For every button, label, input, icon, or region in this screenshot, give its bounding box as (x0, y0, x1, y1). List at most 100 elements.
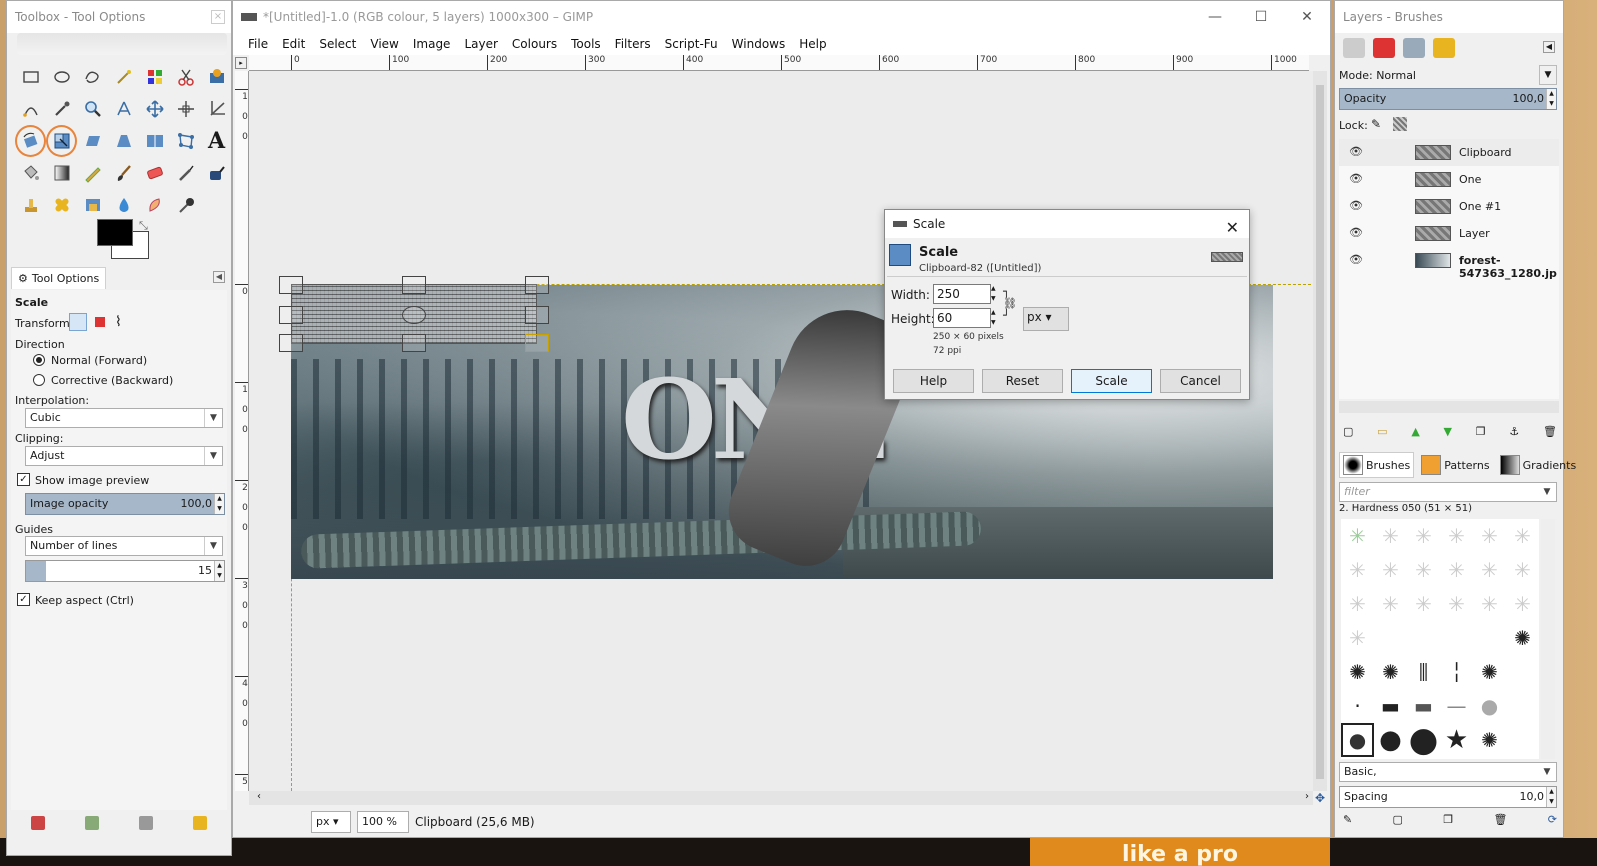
rect-select-icon[interactable] (15, 61, 46, 93)
paintbrush-icon[interactable] (108, 157, 139, 189)
transform-handle-center[interactable] (402, 306, 426, 324)
horizontal-ruler[interactable]: 0 100 200 300 400 500 600 700 800 900 10… (249, 55, 1309, 71)
pencil-icon[interactable] (77, 157, 108, 189)
flip-icon[interactable] (139, 125, 170, 157)
menu-colours[interactable]: Colours (505, 37, 564, 51)
heal-icon[interactable] (46, 189, 77, 221)
foreground-select-icon[interactable] (201, 61, 232, 93)
unit-select[interactable]: px ▾ (1023, 307, 1069, 331)
brush-cell[interactable]: ● (1407, 720, 1440, 760)
delete-brush-icon[interactable]: 🗑 (1493, 813, 1507, 826)
brush-cell[interactable]: ✳ (1473, 519, 1506, 553)
keep-aspect-checkbox[interactable]: ✓ (17, 593, 30, 606)
height-field[interactable]: 60 (933, 308, 991, 328)
brush-cell[interactable] (1506, 723, 1539, 757)
eye-icon[interactable]: 👁 (1349, 253, 1363, 266)
transform-selection-icon[interactable] (95, 317, 105, 327)
menu-edit[interactable]: Edit (275, 37, 312, 51)
brush-cell[interactable]: ✳ (1506, 587, 1539, 621)
save-preset-icon[interactable] (31, 816, 45, 830)
undo-history-tab-icon[interactable] (1433, 38, 1455, 58)
ellipse-select-icon[interactable] (46, 61, 77, 93)
channels-tab-icon[interactable] (1373, 38, 1395, 58)
menu-file[interactable]: File (241, 37, 275, 51)
dodge-burn-icon[interactable] (170, 189, 201, 221)
brush-cell[interactable]: ⫼ (1407, 655, 1440, 689)
edit-brush-icon[interactable]: ✎ (1343, 813, 1352, 826)
spin-arrows-icon[interactable]: ▲ ▼ (214, 494, 224, 514)
blur-icon[interactable] (108, 189, 139, 221)
height-spin-icon[interactable]: ▲ ▼ (991, 308, 999, 328)
spin-arrows-icon[interactable]: ▲ ▼ (1546, 89, 1556, 109)
eye-icon[interactable]: 👁 (1349, 226, 1363, 239)
brush-cell[interactable]: ✳ (1473, 553, 1506, 587)
vertical-ruler[interactable]: 1 0 0 0 1 0 0 2 0 0 3 0 0 4 0 0 5 (235, 71, 249, 791)
minimize-icon[interactable]: — (1192, 1, 1238, 33)
brush-grid[interactable]: ✳ ✳ ✳ ✳ ✳ ✳ ✳ ✳ ✳ ✳ ✳ ✳ ✳ ✳ ✳ ✳ ✳ ✳ ✳ ✺ … (1341, 519, 1539, 760)
cage-transform-icon[interactable] (170, 125, 201, 157)
vertical-scrollbar[interactable] (1313, 71, 1327, 791)
transform-layer-icon[interactable] (69, 313, 87, 331)
scroll-left-icon[interactable]: ‹ (257, 791, 261, 802)
scroll-right-icon[interactable]: › (1305, 791, 1309, 802)
transform-handle-top-left[interactable] (279, 276, 303, 294)
brush-cell[interactable]: ● (1374, 723, 1407, 757)
brush-cell[interactable] (1440, 621, 1473, 655)
toolbox-close-button[interactable]: × (211, 10, 225, 24)
restore-preset-icon[interactable] (85, 816, 99, 830)
new-layer-group-icon[interactable]: ▭ (1377, 425, 1387, 438)
foreground-color-swatch[interactable] (97, 219, 133, 246)
brush-cell[interactable]: · (1341, 689, 1374, 723)
shear-icon[interactable] (77, 125, 108, 157)
menu-view[interactable]: View (363, 37, 405, 51)
brush-cell[interactable] (1473, 621, 1506, 655)
transform-handle-bottom[interactable] (402, 334, 426, 352)
fuzzy-select-icon[interactable] (108, 61, 139, 93)
tab-menu-icon[interactable]: ◀ (213, 271, 225, 283)
layers-tab-icon[interactable] (1343, 38, 1365, 58)
brush-cell[interactable] (1374, 621, 1407, 655)
width-spin-icon[interactable]: ▲ ▼ (991, 284, 999, 304)
interpolation-select[interactable]: Cubic ▼ (25, 408, 223, 428)
menu-windows[interactable]: Windows (725, 37, 793, 51)
cancel-button[interactable]: Cancel (1160, 369, 1241, 393)
spacing-slider[interactable]: Spacing 10,0 ▲ ▼ (1339, 786, 1557, 808)
menu-layer[interactable]: Layer (457, 37, 504, 51)
brush-cell[interactable]: ✳ (1341, 519, 1374, 553)
brush-cell[interactable] (1506, 655, 1539, 689)
brush-cell[interactable]: ✳ (1341, 553, 1374, 587)
transform-handle-top-right[interactable] (525, 276, 549, 294)
tab-menu-icon[interactable]: ◀ (1543, 41, 1555, 53)
brush-cell[interactable]: ✺ (1374, 655, 1407, 689)
spin-arrows-icon[interactable]: ▲ ▼ (214, 561, 224, 581)
tab-gradients[interactable]: Gradients (1497, 453, 1580, 477)
text-tool-icon[interactable]: A (201, 125, 232, 157)
lock-pixels-icon[interactable]: ✎ (1371, 117, 1381, 131)
menu-tools[interactable]: Tools (564, 37, 608, 51)
color-select-icon[interactable] (139, 61, 170, 93)
brush-cell[interactable]: ✺ (1341, 655, 1374, 689)
free-select-icon[interactable] (77, 61, 108, 93)
zoom-icon[interactable] (77, 93, 108, 125)
close-icon[interactable]: ✕ (1226, 214, 1239, 242)
brush-cell[interactable]: ✺ (1506, 621, 1539, 655)
eye-icon[interactable]: 👁 (1349, 172, 1363, 185)
guides-select[interactable]: Number of lines ▼ (25, 536, 223, 556)
brush-cell[interactable]: ✳ (1506, 519, 1539, 553)
scissors-select-icon[interactable] (170, 61, 201, 93)
brush-cell[interactable]: ✳ (1407, 553, 1440, 587)
transform-handle-top[interactable] (402, 276, 426, 294)
brush-cell[interactable]: ✳ (1506, 553, 1539, 587)
vertical-scroll-thumb[interactable] (1316, 85, 1324, 779)
brush-cell[interactable]: ✳ (1440, 587, 1473, 621)
direction-corrective-radio[interactable] (33, 374, 45, 386)
menu-select[interactable]: Select (312, 37, 363, 51)
brush-cell[interactable]: ✳ (1374, 587, 1407, 621)
chain-link-icon[interactable]: ┐ ⛓ ┘ (1003, 286, 1017, 322)
direction-normal-radio[interactable] (33, 354, 45, 366)
crop-icon[interactable] (201, 93, 232, 125)
paths-icon[interactable] (15, 93, 46, 125)
canvas-area[interactable]: ONE (249, 71, 1313, 791)
tab-tool-options[interactable]: ⚙ Tool Options (11, 267, 107, 289)
layer-row[interactable]: 👁 One #1 (1339, 193, 1559, 220)
